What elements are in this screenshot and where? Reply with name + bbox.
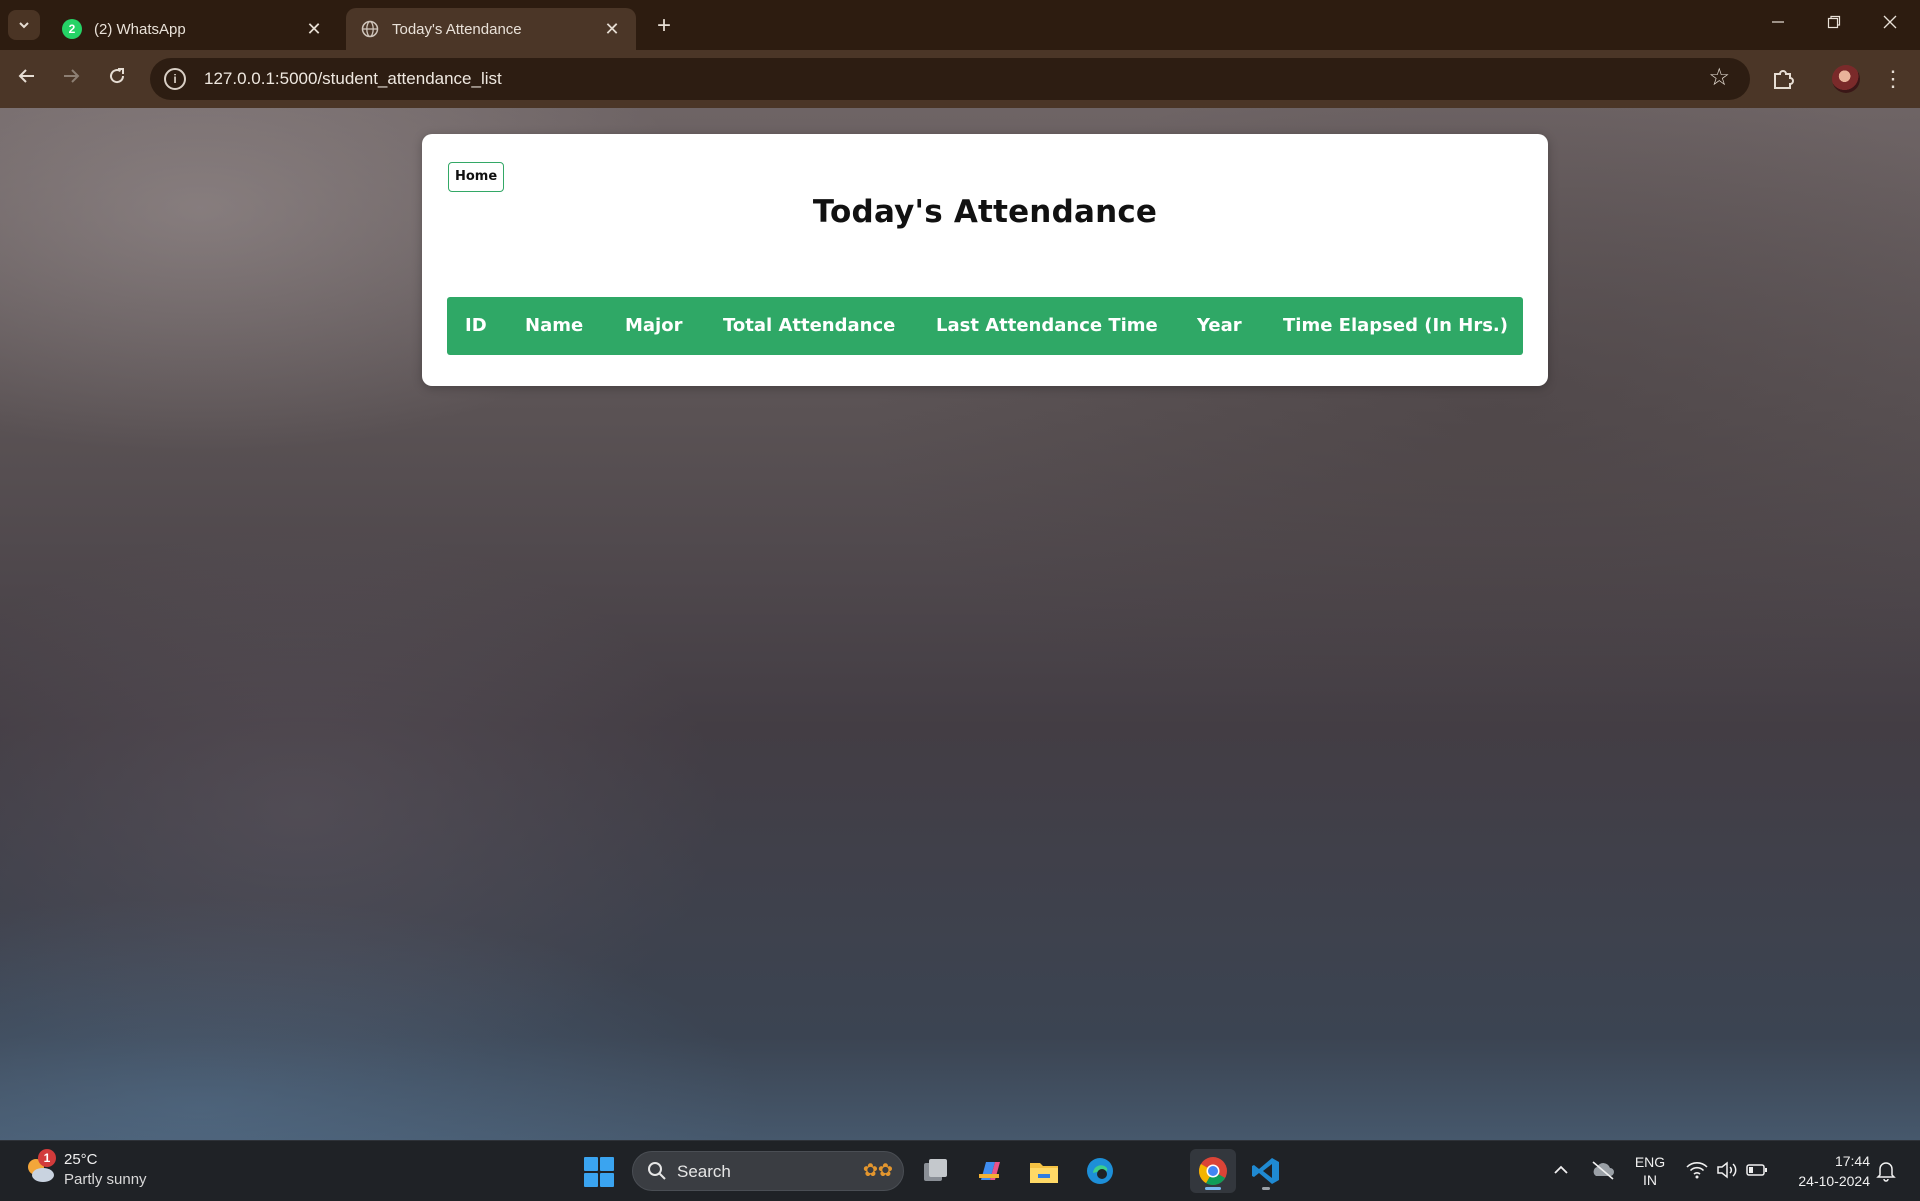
column-header-last-attendance-time: Last Attendance Time (936, 315, 1158, 336)
search-icon (648, 1162, 666, 1180)
vscode-icon[interactable] (1248, 1149, 1284, 1193)
browser-tab-bar: 2 (2) WhatsApp ✕ Today's Attendance ✕ + (0, 0, 1920, 50)
attendance-card: Home Today's Attendance ID Name Major To… (422, 134, 1548, 386)
column-header-id: ID (465, 315, 487, 336)
file-explorer-icon[interactable] (1026, 1153, 1062, 1189)
battery-icon[interactable] (1746, 1162, 1768, 1182)
more-options-icon[interactable]: ⋮ (1880, 64, 1906, 94)
close-icon[interactable]: ✕ (602, 19, 622, 40)
tab-badge: 2 (68, 22, 76, 36)
globe-icon (360, 19, 380, 39)
address-bar[interactable]: i 127.0.0.1:5000/student_attendance_list… (150, 58, 1750, 100)
site-info-icon[interactable]: i (164, 68, 186, 90)
url-text[interactable]: 127.0.0.1:5000/student_attendance_list (204, 69, 502, 89)
tab-todays-attendance[interactable]: Today's Attendance ✕ (346, 8, 636, 50)
profile-avatar[interactable] (1832, 65, 1860, 93)
onedrive-offline-icon[interactable] (1590, 1159, 1616, 1183)
whatsapp-icon: 2 (62, 19, 82, 39)
home-button[interactable]: Home (448, 162, 505, 192)
close-window-icon[interactable] (1862, 8, 1918, 38)
active-app-indicator (1205, 1187, 1221, 1190)
tab-whatsapp[interactable]: 2 (2) WhatsApp ✕ (48, 8, 338, 50)
chevron-down-icon (19, 22, 29, 29)
minimize-icon[interactable] (1750, 8, 1806, 38)
wifi-icon[interactable] (1686, 1161, 1708, 1181)
forward-arrow-icon[interactable] (56, 64, 86, 94)
bookmark-star-icon[interactable]: ☆ (1708, 66, 1730, 90)
weather-notification-badge: 1 (38, 1149, 56, 1167)
column-header-major: Major (625, 315, 683, 336)
chrome-taskbar-icon[interactable] (1190, 1149, 1236, 1193)
tab-title: (2) WhatsApp (94, 20, 186, 38)
copilot-icon[interactable] (972, 1153, 1008, 1189)
running-app-indicator (1262, 1187, 1270, 1190)
page-title: Today's Attendance (812, 194, 1158, 230)
tab-search-button[interactable] (8, 10, 40, 40)
taskbar-search[interactable]: Search ✿✿ (632, 1151, 904, 1191)
search-highlight-icon: ✿✿ (862, 1160, 893, 1180)
weather-description: Partly sunny (64, 1171, 147, 1188)
notification-bell-icon[interactable] (1876, 1160, 1896, 1182)
column-header-time-elapsed: Time Elapsed (In Hrs.) (1283, 315, 1508, 336)
edge-browser-icon[interactable] (1082, 1153, 1118, 1189)
column-header-total-attendance: Total Attendance (723, 315, 896, 336)
volume-icon[interactable] (1716, 1161, 1738, 1181)
reload-icon[interactable] (102, 64, 132, 94)
back-arrow-icon[interactable] (12, 64, 42, 94)
close-icon[interactable]: ✕ (304, 19, 324, 40)
attendance-table-header: ID Name Major Total Attendance Last Atte… (447, 297, 1523, 355)
column-header-year: Year (1197, 315, 1242, 336)
column-header-name: Name (525, 315, 584, 336)
restore-icon[interactable] (1806, 8, 1862, 38)
search-label: Search (677, 1162, 731, 1181)
clock-time: 17:44 (1834, 1153, 1870, 1169)
system-clock[interactable]: 17:44 24-10-2024 (1780, 1151, 1870, 1191)
chevron-up-icon[interactable] (1552, 1161, 1570, 1181)
browser-toolbar: i 127.0.0.1:5000/student_attendance_list… (0, 50, 1920, 108)
page-viewport: Home Today's Attendance ID Name Major To… (0, 108, 1920, 1140)
language-code: ENG (1634, 1154, 1666, 1170)
new-tab-button[interactable]: + (650, 12, 678, 40)
clock-date: 24-10-2024 (1798, 1173, 1870, 1189)
language-indicator[interactable]: ENG IN (1630, 1153, 1670, 1189)
region-code: IN (1643, 1172, 1657, 1188)
windows-taskbar: 1 25°C Partly sunny Search ✿✿ ENG IN 17:… (0, 1140, 1920, 1201)
extensions-puzzle-icon[interactable] (1768, 64, 1798, 94)
tab-title: Today's Attendance (392, 20, 522, 38)
weather-temperature: 25°C (64, 1151, 98, 1168)
windows-start-icon[interactable] (584, 1157, 614, 1187)
task-view-icon[interactable] (918, 1153, 954, 1189)
